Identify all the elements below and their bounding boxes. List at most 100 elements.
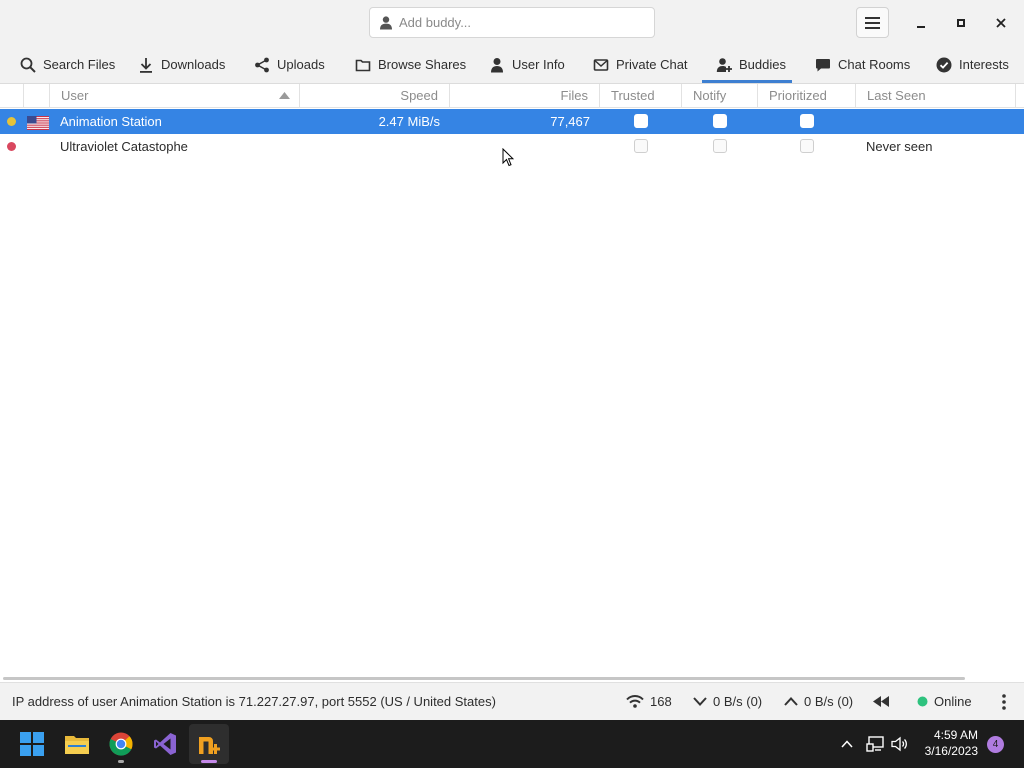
column-header-status[interactable] [0,84,24,107]
vertical-ellipsis-icon [1001,693,1007,710]
tab-label: Browse Shares [378,57,467,72]
column-header-files[interactable]: Files [450,84,600,107]
user-files [450,134,590,159]
notification-badge[interactable]: 4 [987,736,1004,753]
search-icon [20,57,36,73]
online-status-button[interactable]: Online [917,683,972,720]
upload-rate-indicator[interactable]: 0 B/s (0) [784,683,853,720]
user-name: Animation Station [60,114,162,129]
speed-limit-toggle[interactable] [873,683,889,720]
us-flag-icon [27,116,49,130]
download-icon [138,57,154,73]
nicotine-plus-icon [197,732,221,756]
status-message-text: IP address of user Animation Station is … [12,694,496,709]
download-rate-indicator[interactable]: 0 B/s (0) [693,683,762,720]
tab-uploads[interactable]: Uploads [254,46,325,83]
tab-user-info[interactable]: User Info [489,46,565,83]
column-header-flag[interactable] [24,84,50,107]
notify-checkbox[interactable] [713,139,727,153]
status-message: IP address of user Animation Station is … [12,683,496,720]
tab-interests[interactable]: Interests [936,46,1009,83]
add-buddy-field[interactable] [369,7,655,38]
chevron-up-icon [841,740,853,748]
connections-indicator[interactable]: 168 [626,683,672,720]
column-header-speed[interactable]: Speed [300,84,450,107]
prioritized-checkbox[interactable] [800,114,814,128]
download-rate: 0 B/s (0) [713,694,763,709]
hamburger-icon [865,16,880,29]
person-icon [380,15,392,30]
network-tray-button[interactable] [865,720,885,768]
visual-studio-button[interactable] [145,724,185,764]
more-options-button[interactable] [1001,683,1007,720]
column-header-trusted[interactable]: Trusted [600,84,682,107]
network-icon [866,736,884,752]
file-explorer-button[interactable] [57,724,97,764]
online-status-dot-icon [917,696,928,707]
table-row[interactable]: Animation Station 2.47 MiB/s 77,467 [0,109,1024,134]
folder-icon [355,57,371,73]
header-bar [0,0,1024,46]
chrome-button[interactable] [101,724,141,764]
trusted-checkbox[interactable] [634,139,648,153]
tab-label: Private Chat [616,57,688,72]
column-label: Notify [693,88,727,103]
speaker-icon [891,736,909,752]
tab-browse-shares[interactable]: Browse Shares [355,46,466,83]
tab-downloads[interactable]: Downloads [138,46,225,83]
tab-buddies[interactable]: Buddies [702,46,792,83]
column-label: Files [560,88,588,103]
nicotine-plus-button[interactable] [189,724,229,764]
active-indicator [201,760,217,763]
taskbar: 4:59 AM 3/16/2023 [0,720,1024,768]
minimize-icon [916,18,926,28]
mouse-cursor-icon [502,148,514,167]
tab-chat-rooms[interactable]: Chat Rooms [815,46,910,83]
prioritized-checkbox[interactable] [800,139,814,153]
maximize-button[interactable] [952,14,970,32]
close-icon [996,18,1006,28]
rewind-icon [873,696,889,707]
tab-private-chat[interactable]: Private Chat [593,46,688,83]
status-bar: IP address of user Animation Station is … [0,682,1024,720]
user-name: Ultraviolet Catastophe [60,139,188,154]
column-label: Trusted [611,88,655,103]
last-seen: Never seen [866,139,933,154]
tab-label: Interests [959,57,1009,72]
minimize-button[interactable] [912,14,930,32]
tab-search-files[interactable]: Search Files [20,46,115,83]
tab-bar: Search Files Downloads Uploads Browse Sh… [0,46,1024,84]
tab-label: Buddies [739,57,786,72]
close-button[interactable] [992,14,1010,32]
column-label: Last Seen [867,88,926,103]
clock-date: 3/16/2023 [924,744,978,758]
column-label: Speed [400,88,438,103]
user-speed [300,134,440,159]
share-icon [254,57,270,73]
upload-rate: 0 B/s (0) [804,694,854,709]
column-header-user[interactable]: User [50,84,300,107]
chevron-down-icon [693,697,707,706]
show-hidden-icons-button[interactable] [838,720,856,768]
add-user-icon [716,57,732,73]
start-button[interactable] [12,724,52,764]
user-speed: 2.47 MiB/s [378,114,440,129]
tab-label: Search Files [43,57,116,72]
horizontal-scrollbar[interactable] [3,677,965,680]
check-circle-icon [936,57,952,73]
file-explorer-icon [64,733,90,755]
trusted-checkbox[interactable] [634,114,648,128]
online-status-label: Online [934,694,972,709]
column-header-prioritized[interactable]: Prioritized [758,84,856,107]
column-header-last-seen[interactable]: Last Seen [856,84,1016,107]
main-menu-button[interactable] [856,7,889,38]
sort-ascending-icon [279,92,290,99]
clock-time: 4:59 AM [933,728,978,742]
column-header-notify[interactable]: Notify [682,84,758,107]
start-icon [20,732,44,756]
clock[interactable]: 4:59 AM 3/16/2023 [916,727,978,759]
volume-tray-button[interactable] [890,720,910,768]
add-buddy-input[interactable] [399,15,639,30]
mail-icon [593,57,609,73]
notify-checkbox[interactable] [713,114,727,128]
